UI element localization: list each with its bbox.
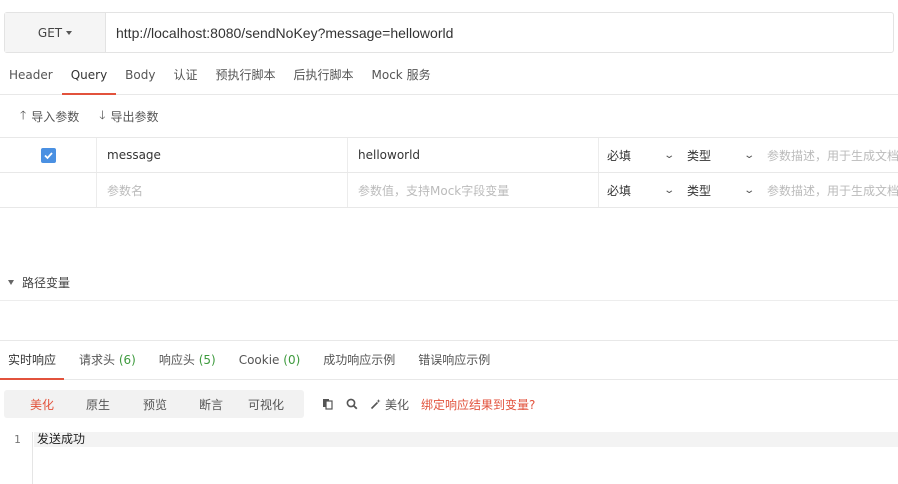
param-required-label: 必填 xyxy=(607,183,632,198)
caret-down-icon xyxy=(8,280,14,285)
query-params-table: message helloworld 必填 ⌄ 类型 ⌄ 参数描述，用于生成文档… xyxy=(0,137,898,208)
tab-success-example[interactable]: 成功响应示例 xyxy=(315,341,403,380)
tab-body[interactable]: Body xyxy=(116,56,164,95)
import-params-button[interactable]: 🡑 导入参数 xyxy=(20,106,79,127)
tab-request-headers[interactable]: 请求头 (6) xyxy=(71,341,144,380)
search-button[interactable] xyxy=(346,398,358,410)
view-mode-segment: 美化 原生 预览 断言 可视化 xyxy=(4,390,304,418)
param-type-select[interactable]: 类型 ⌄ xyxy=(679,138,759,172)
chevron-down-icon: ⌄ xyxy=(742,184,755,196)
path-variables-toggle[interactable]: 路径变量 xyxy=(0,265,898,301)
request-url-bar: GET xyxy=(4,12,894,53)
tab-count: (5) xyxy=(198,353,216,367)
tab-post-script[interactable]: 后执行脚本 xyxy=(285,56,363,95)
response-body-text: 发送成功 xyxy=(37,432,86,446)
tab-cookie[interactable]: Cookie (0) xyxy=(231,341,309,380)
url-input[interactable] xyxy=(106,13,893,52)
tab-live-response[interactable]: 实时响应 xyxy=(0,341,65,380)
arrow-down-icon: 🡓 xyxy=(99,107,106,122)
search-icon xyxy=(346,398,358,410)
arrow-up-icon: 🡑 xyxy=(20,107,27,122)
tab-label: 请求头 xyxy=(79,353,116,367)
view-mode-preview[interactable]: 预览 xyxy=(116,390,194,418)
line-gutter: 1 xyxy=(0,432,33,484)
table-row: message helloworld 必填 ⌄ 类型 ⌄ 参数描述，用于生成文档 xyxy=(0,138,898,173)
param-enabled-checkbox[interactable] xyxy=(40,147,56,163)
param-desc-input[interactable]: 参数描述，用于生成文档 xyxy=(759,173,898,207)
param-value-input[interactable]: 参数值，支持Mock字段变量 xyxy=(348,173,599,207)
tab-header[interactable]: Header xyxy=(0,56,62,95)
tab-error-example[interactable]: 错误响应示例 xyxy=(410,341,498,380)
beautify-label: 美化 xyxy=(385,397,410,412)
param-enabled-cell xyxy=(0,173,97,207)
view-mode-pretty[interactable]: 美化 xyxy=(4,390,80,418)
tab-label: 错误响应示例 xyxy=(418,353,491,367)
chevron-down-icon: ⌄ xyxy=(662,149,675,161)
tab-label: 成功响应示例 xyxy=(323,353,396,367)
export-params-button[interactable]: 🡓 导出参数 xyxy=(99,106,158,127)
table-row: 参数名 参数值，支持Mock字段变量 必填 ⌄ 类型 ⌄ 参数描述，用于生成文档 xyxy=(0,173,898,208)
param-enabled-cell xyxy=(0,138,97,172)
tab-label: 响应头 xyxy=(158,353,195,367)
tab-count: (0) xyxy=(283,353,301,367)
tab-count: (6) xyxy=(118,353,136,367)
param-required-select[interactable]: 必填 ⌄ xyxy=(599,138,679,172)
param-required-label: 必填 xyxy=(607,148,632,163)
tab-label: Cookie xyxy=(238,353,280,367)
response-tools: 美化 绑定响应结果到变量? xyxy=(322,390,535,418)
checkmark-icon xyxy=(43,151,53,159)
line-number: 1 xyxy=(14,433,21,446)
param-desc-input[interactable]: 参数描述，用于生成文档 xyxy=(759,138,898,172)
method-dropdown[interactable]: GET xyxy=(5,13,106,52)
request-tabs: Header Query Body 认证 预执行脚本 后执行脚本 Mock 服务 xyxy=(0,56,898,95)
param-type-select[interactable]: 类型 ⌄ xyxy=(679,173,759,207)
response-body-editor[interactable]: 1 发送成功 xyxy=(0,432,898,484)
method-label: GET xyxy=(37,25,63,40)
param-name-input[interactable]: 参数名 xyxy=(97,173,348,207)
tab-response-headers[interactable]: 响应头 (5) xyxy=(151,341,224,380)
export-params-label: 导出参数 xyxy=(110,109,159,124)
tab-auth[interactable]: 认证 xyxy=(164,56,206,95)
param-required-select[interactable]: 必填 ⌄ xyxy=(599,173,679,207)
import-params-label: 导入参数 xyxy=(31,109,80,124)
view-mode-assert[interactable]: 断言 xyxy=(194,390,228,418)
tab-pre-script[interactable]: 预执行脚本 xyxy=(206,56,284,95)
param-name-input[interactable]: message xyxy=(97,138,348,172)
bind-response-to-variable-link[interactable]: 绑定响应结果到变量? xyxy=(421,396,535,413)
view-mode-raw[interactable]: 原生 xyxy=(80,390,116,418)
tab-label: 实时响应 xyxy=(8,353,57,367)
beautify-button[interactable]: 美化 xyxy=(370,396,409,413)
magic-wand-icon xyxy=(370,399,381,410)
view-mode-visualize[interactable]: 可视化 xyxy=(228,390,304,418)
copy-button[interactable] xyxy=(322,398,334,410)
param-type-label: 类型 xyxy=(687,183,712,198)
chevron-down-icon: ⌄ xyxy=(742,149,755,161)
tab-mock-service[interactable]: Mock 服务 xyxy=(363,56,440,95)
path-variables-label: 路径变量 xyxy=(22,276,71,290)
tab-query[interactable]: Query xyxy=(61,56,117,95)
copy-icon xyxy=(323,399,333,410)
chevron-down-icon: ⌄ xyxy=(662,184,675,196)
current-line-highlight xyxy=(34,432,898,447)
param-actions: 🡑 导入参数 🡓 导出参数 xyxy=(0,96,179,136)
param-value-input[interactable]: helloworld xyxy=(348,138,599,172)
param-type-label: 类型 xyxy=(687,148,712,163)
caret-down-icon xyxy=(66,30,73,35)
response-tabs: 实时响应 请求头 (6) 响应头 (5) Cookie (0) 成功响应示例 错… xyxy=(0,340,898,380)
